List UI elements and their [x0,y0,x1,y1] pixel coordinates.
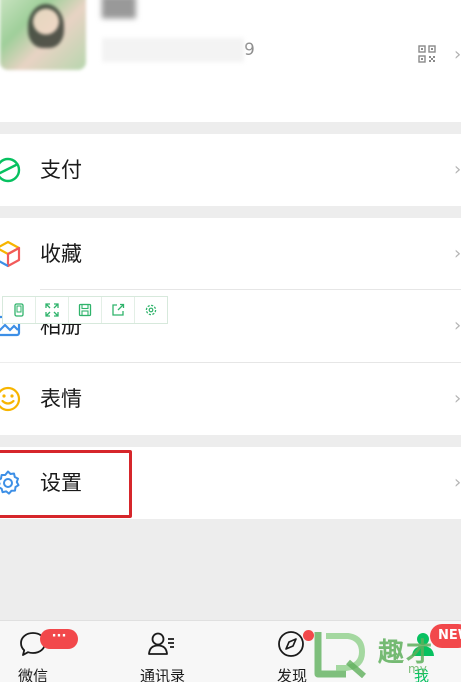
save-icon [78,303,92,317]
wechat-id-redacted [102,38,244,62]
menu-item-label: 表情 [40,387,82,411]
profile-header[interactable]: ▇▇ 9 › [0,0,461,122]
unread-badge: ··· [40,629,78,649]
tab-label: 发现 [277,667,308,682]
qr-code-icon[interactable] [418,45,436,63]
floating-toolbar [2,296,168,324]
chevron-right-icon: › [454,388,461,409]
menu-item-label: 支付 [40,158,82,182]
menu-item-favorites[interactable]: 收藏 › [0,218,461,290]
watermark-mark-icon [314,632,366,678]
gear-icon [145,304,157,316]
tab-contacts[interactable]: 通讯录 [128,621,218,682]
avatar[interactable] [0,0,86,70]
compass-icon [278,631,304,657]
contacts-icon [148,632,174,655]
watermark-sub: my [408,662,427,676]
menu-item-pay[interactable]: 支付 › [0,134,461,206]
watermark-logo: 趣才 my [312,624,461,682]
pay-icon [0,157,21,183]
settings-icon [0,470,20,495]
save-button[interactable] [69,297,102,323]
nickname-redacted: ▇▇ [102,0,136,19]
chevron-right-icon: › [454,315,461,336]
share-button[interactable] [102,297,135,323]
fullscreen-button[interactable] [36,297,69,323]
phone-icon [14,303,24,317]
chevron-right-icon: › [454,159,461,180]
wechat-id-tail: 9 [244,40,255,60]
menu-item-label: 收藏 [40,242,82,266]
chevron-right-icon: › [454,472,461,493]
favorites-icon [0,240,21,268]
wechat-id: 9 [102,38,255,62]
phone-frame-button[interactable] [3,297,36,323]
menu-item-settings[interactable]: 设置 › [0,447,461,519]
menu-item-stickers[interactable]: 表情 › [0,363,461,435]
stickers-icon [0,386,21,412]
tab-label: 通讯录 [140,667,186,682]
tab-chats[interactable]: ··· 微信 [0,621,90,682]
profile-chevron-icon: › [454,44,461,65]
options-button[interactable] [135,297,167,323]
share-icon [112,303,125,316]
chevron-right-icon: › [454,243,461,264]
tab-label: 微信 [18,667,49,682]
expand-icon [45,303,59,317]
menu-item-label: 设置 [40,471,82,495]
